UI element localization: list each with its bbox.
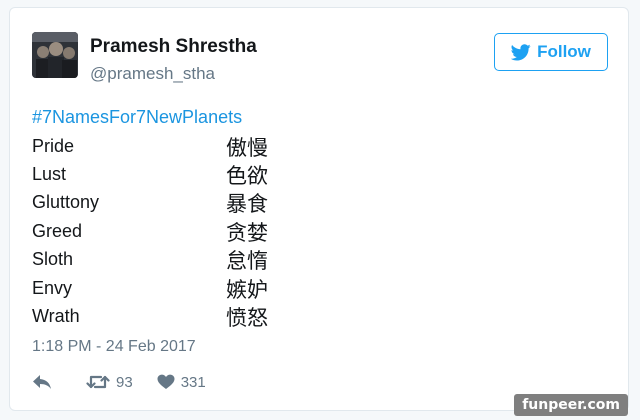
- list-item: Wrath 愤怒: [32, 306, 292, 334]
- sin-chinese: 暴食: [226, 193, 268, 216]
- sin-english: Wrath: [32, 306, 80, 326]
- sin-chinese: 傲慢: [226, 137, 268, 160]
- user-handle[interactable]: @pramesh_stha: [90, 64, 215, 84]
- twitter-bird-icon: [511, 43, 531, 60]
- retweet-button[interactable]: 93: [86, 374, 133, 391]
- sin-english: Gluttony: [32, 192, 100, 212]
- sin-chinese: 怠惰: [226, 250, 268, 273]
- sin-english: Sloth: [32, 249, 74, 269]
- tweet-card: Pramesh Shrestha @pramesh_stha Follow #7…: [9, 7, 629, 411]
- sin-english: Lust: [32, 164, 67, 184]
- tweet-actions: 93 331: [32, 370, 206, 394]
- follow-button[interactable]: Follow: [494, 33, 608, 71]
- sin-chinese: 愤怒: [226, 307, 268, 330]
- retweet-icon: [86, 375, 110, 389]
- reply-button[interactable]: [32, 374, 52, 390]
- follow-button-label: Follow: [537, 42, 591, 61]
- retweet-count: 93: [116, 373, 133, 391]
- sin-english: Pride: [32, 136, 75, 156]
- list-item: Sloth 怠惰: [32, 249, 292, 277]
- like-button[interactable]: 331: [157, 374, 206, 391]
- sin-english: Envy: [32, 278, 73, 298]
- hashtag-link[interactable]: #7NamesFor7NewPlanets: [32, 107, 242, 128]
- sin-chinese: 贪婪: [226, 222, 268, 245]
- avatar[interactable]: [32, 32, 78, 78]
- list-item: Gluttony 暴食: [32, 192, 292, 220]
- heart-icon: [157, 374, 175, 389]
- sin-english: Greed: [32, 221, 83, 241]
- display-name[interactable]: Pramesh Shrestha: [90, 36, 257, 58]
- reply-icon: [33, 375, 51, 389]
- tweet-timestamp[interactable]: 1:18 PM - 24 Feb 2017: [32, 338, 196, 356]
- sin-chinese: 嫉妒: [226, 279, 268, 302]
- watermark: funpeer.com: [514, 394, 628, 416]
- sin-chinese: 色欲: [226, 165, 268, 188]
- like-count: 331: [180, 373, 206, 391]
- avatar-photo: [32, 32, 78, 78]
